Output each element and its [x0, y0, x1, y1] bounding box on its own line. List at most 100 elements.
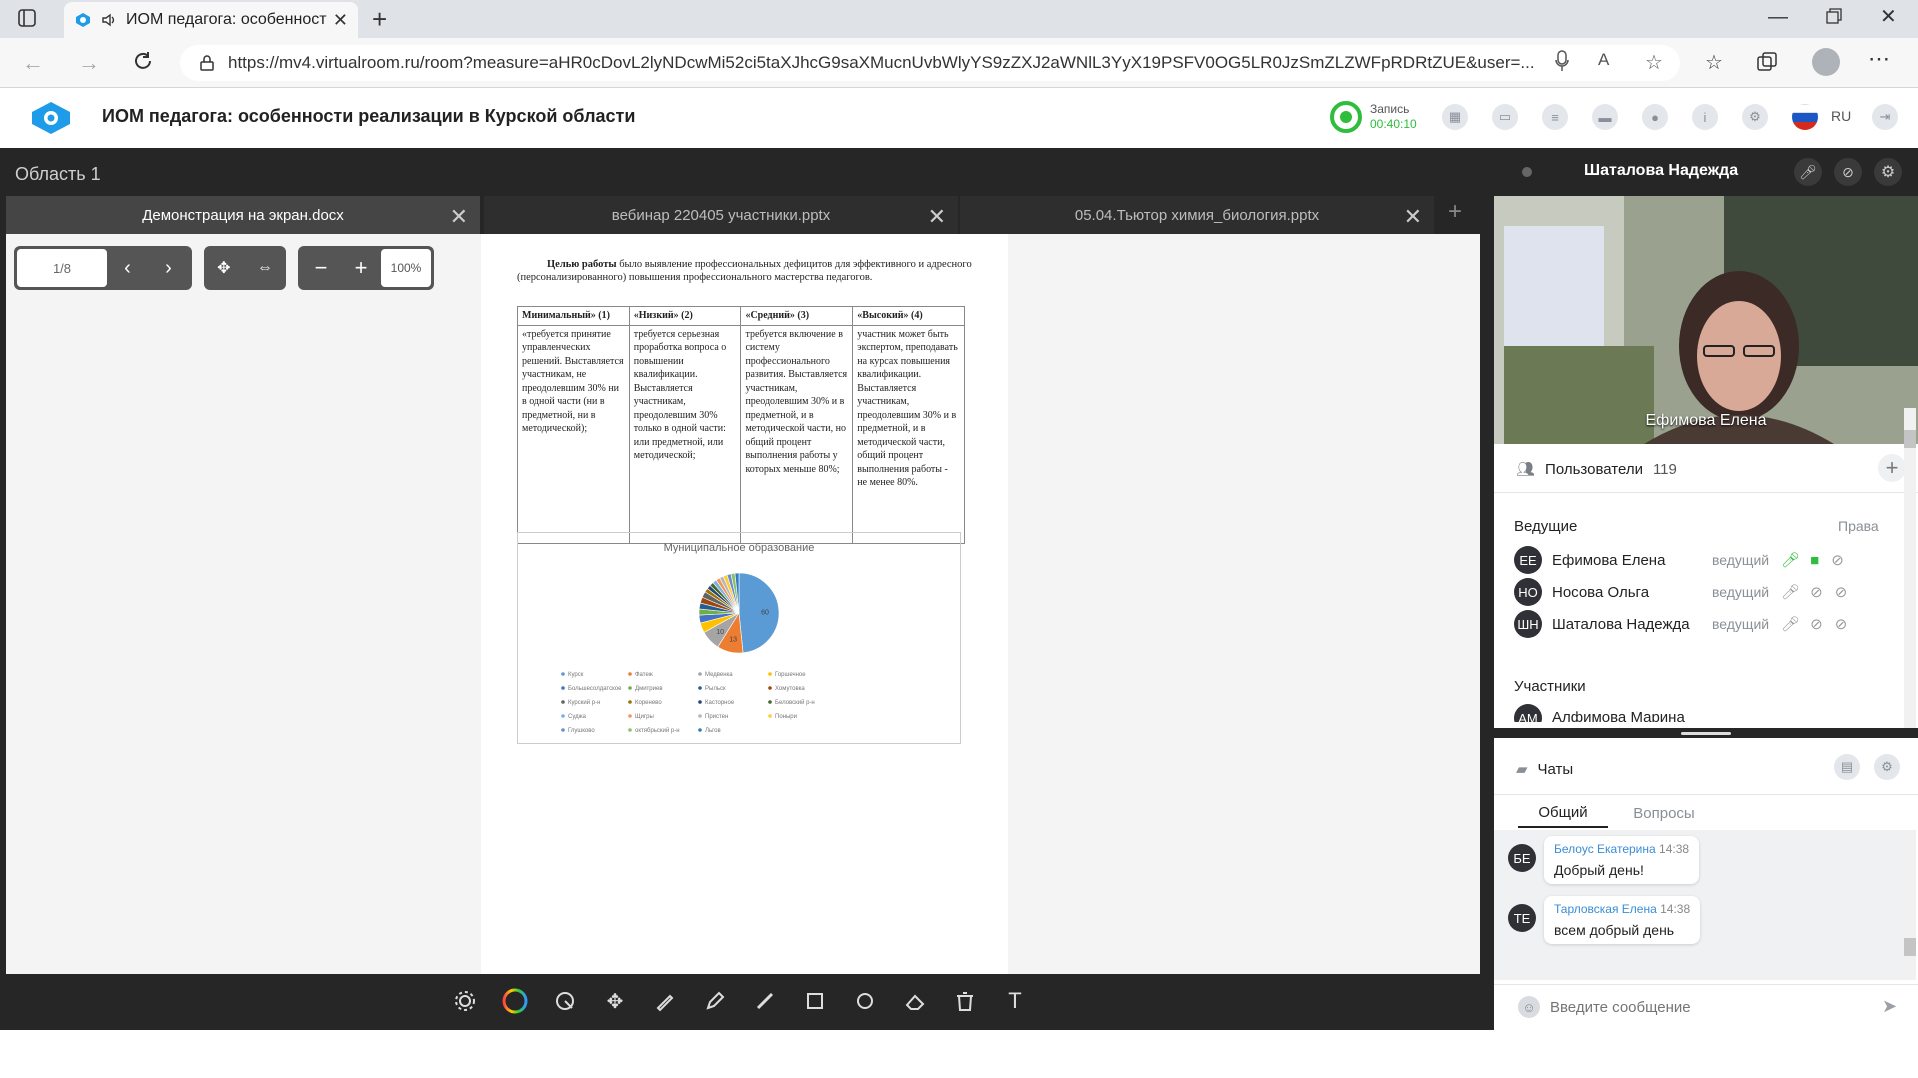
screen-share-icon[interactable]: ▭ — [1492, 104, 1518, 130]
screen-off-icon[interactable]: ⊘ — [1835, 615, 1848, 633]
tab-presentation-tutor[interactable]: 05.04.Тьютор химия_биология.pptx ✕ — [960, 196, 1434, 234]
chat-scrollbar[interactable] — [1904, 830, 1916, 980]
section-divider[interactable] — [1494, 728, 1918, 738]
favorites-icon[interactable]: ☆ — [1705, 50, 1723, 75]
toolbar-settings-icon[interactable] — [450, 986, 480, 1016]
pointer-icon[interactable] — [550, 986, 580, 1016]
host-row[interactable]: НО Носова Ольга ведущий 🎤︎ ⊘ ⊘ — [1514, 578, 1847, 606]
tab-actions-icon[interactable] — [18, 9, 36, 27]
pencil-icon[interactable] — [700, 986, 730, 1016]
back-icon[interactable]: ← — [22, 50, 44, 76]
fit-width-icon[interactable]: ⇔ — [257, 259, 273, 277]
logo-icon[interactable] — [30, 100, 72, 136]
host-row[interactable]: ШН Шаталова Надежда ведущий 🎤︎ ⊘ ⊘ — [1514, 610, 1847, 638]
prev-page-icon[interactable]: ‹ — [107, 257, 148, 280]
chat-settings-icon[interactable]: ⚙ — [1874, 754, 1900, 780]
exit-icon[interactable]: ⇥ — [1872, 104, 1898, 130]
collections-icon[interactable] — [1757, 52, 1777, 72]
workspace: Область 1 Демонстрация на экран.docx ✕ в… — [0, 148, 1494, 1030]
screen-off-icon[interactable]: ⊘ — [1835, 583, 1848, 601]
trash-icon[interactable] — [950, 986, 980, 1016]
minimize-icon[interactable]: — — [1768, 6, 1788, 29]
mic-muted-icon[interactable]: 🎤︎ — [1781, 583, 1800, 601]
tab-questions[interactable]: Вопросы — [1614, 798, 1714, 828]
hosts-label: Ведущие — [1514, 518, 1578, 535]
camera-off-icon[interactable]: ⊘ — [1834, 158, 1862, 186]
language-label[interactable]: RU — [1831, 108, 1851, 124]
tab-presentation-participants[interactable]: вебинар 220405 участники.pptx ✕ — [484, 196, 958, 234]
add-tab-icon[interactable]: + — [1448, 198, 1462, 226]
add-user-icon[interactable]: + — [1878, 454, 1906, 482]
settings-gear-icon[interactable]: ⚙ — [1742, 104, 1768, 130]
close-tab-icon[interactable]: ✕ — [1404, 204, 1422, 230]
chat-message: БЕ Белоус Екатерина 14:38 Добрый день! — [1508, 836, 1700, 884]
avatar: ТЕ — [1508, 904, 1536, 932]
message-input[interactable] — [1550, 994, 1850, 1020]
message-author[interactable]: Белоус Екатерина — [1554, 842, 1656, 856]
move-icon[interactable]: ✥ — [600, 986, 630, 1016]
info-icon[interactable]: i — [1692, 104, 1718, 130]
record-icon[interactable] — [1330, 101, 1362, 133]
browser-tab[interactable]: ИОМ педагога: особенност ✕ — [64, 2, 358, 38]
video-settings-icon[interactable]: ⚙ — [1874, 158, 1902, 186]
users-scrollbar[interactable] — [1904, 408, 1916, 738]
color-picker-icon[interactable] — [500, 986, 530, 1016]
tab-document-docx[interactable]: Демонстрация на экран.docx ✕ — [6, 196, 480, 234]
message-author[interactable]: Тарловская Елена — [1554, 902, 1657, 916]
screen-off-icon[interactable]: ⊘ — [1831, 551, 1844, 569]
close-tab-icon[interactable]: ✕ — [333, 10, 348, 31]
read-aloud-icon[interactable]: A — [1598, 50, 1609, 70]
line-icon[interactable] — [750, 986, 780, 1016]
microphone-icon[interactable] — [1555, 50, 1569, 72]
camera-on-icon[interactable]: ■ — [1810, 552, 1819, 569]
document-icon[interactable]: ≡ — [1542, 104, 1568, 130]
audio-playing-icon[interactable] — [100, 11, 118, 29]
more-menu-icon[interactable]: ⋯ — [1868, 46, 1890, 72]
host-row[interactable]: ЕЕ Ефимова Елена ведущий 🎤︎ ■ ⊘ — [1514, 546, 1844, 574]
zoom-out-icon[interactable]: − — [301, 255, 341, 281]
reload-icon[interactable] — [132, 50, 154, 72]
table-cell: требуется серьезная проработка вопроса о… — [628, 324, 742, 544]
url-field[interactable]: https://mv4.virtualroom.ru/room?measure=… — [180, 45, 1680, 81]
text-tool-icon[interactable]: T — [1000, 986, 1030, 1016]
restore-icon[interactable] — [1826, 8, 1842, 24]
folder-icon[interactable]: ▬ — [1592, 104, 1618, 130]
new-tab-icon[interactable]: + — [372, 4, 387, 35]
tab-general-chat[interactable]: Общий — [1518, 798, 1608, 828]
host-role: ведущий — [1712, 552, 1770, 568]
user-icon[interactable]: ● — [1642, 104, 1668, 130]
chat-list-icon[interactable]: ▤ — [1834, 754, 1860, 780]
mic-muted-icon[interactable]: 🎤︎ — [1794, 158, 1822, 186]
profile-avatar[interactable] — [1812, 48, 1840, 76]
eraser-icon[interactable] — [900, 986, 930, 1016]
divider — [1494, 794, 1918, 795]
legend-label: Льгов — [705, 728, 721, 734]
participant-row[interactable]: АМ Алфимова Марина — [1514, 704, 1894, 722]
russia-flag-icon[interactable] — [1792, 104, 1818, 130]
send-icon[interactable]: ➤ — [1882, 996, 1897, 1017]
users-icon: 👥︎ — [1516, 461, 1536, 478]
intro-bold: Целью работы — [547, 259, 617, 270]
forward-icon[interactable]: → — [78, 50, 100, 76]
camera-off-icon[interactable]: ⊘ — [1810, 583, 1823, 601]
fit-page-icon[interactable]: ✥ — [217, 258, 230, 278]
mic-on-icon[interactable]: 🎤︎ — [1781, 551, 1800, 569]
ellipse-icon[interactable] — [850, 986, 880, 1016]
zoom-level[interactable]: 100% — [381, 249, 431, 287]
close-window-icon[interactable]: ✕ — [1880, 4, 1897, 29]
close-tab-icon[interactable]: ✕ — [928, 204, 946, 230]
zoom-in-icon[interactable]: + — [341, 255, 381, 281]
mic-muted-icon[interactable]: 🎤︎ — [1781, 615, 1800, 633]
camera-off-icon[interactable]: ⊘ — [1810, 615, 1823, 633]
emoji-icon[interactable]: ☺ — [1518, 996, 1540, 1018]
legend-label: Пристен — [705, 714, 728, 720]
chats-label: Чаты — [1537, 760, 1574, 778]
page-indicator[interactable]: 1/8 — [17, 249, 107, 287]
next-page-icon[interactable]: › — [148, 257, 189, 280]
favorite-add-icon[interactable]: ☆ — [1645, 50, 1663, 75]
close-tab-icon[interactable]: ✕ — [450, 204, 468, 230]
speaker-name: Шаталова Надежда — [1584, 162, 1739, 179]
layout-grid-icon[interactable]: ▦ — [1442, 104, 1468, 130]
rectangle-icon[interactable] — [800, 986, 830, 1016]
brush-icon[interactable] — [650, 986, 680, 1016]
